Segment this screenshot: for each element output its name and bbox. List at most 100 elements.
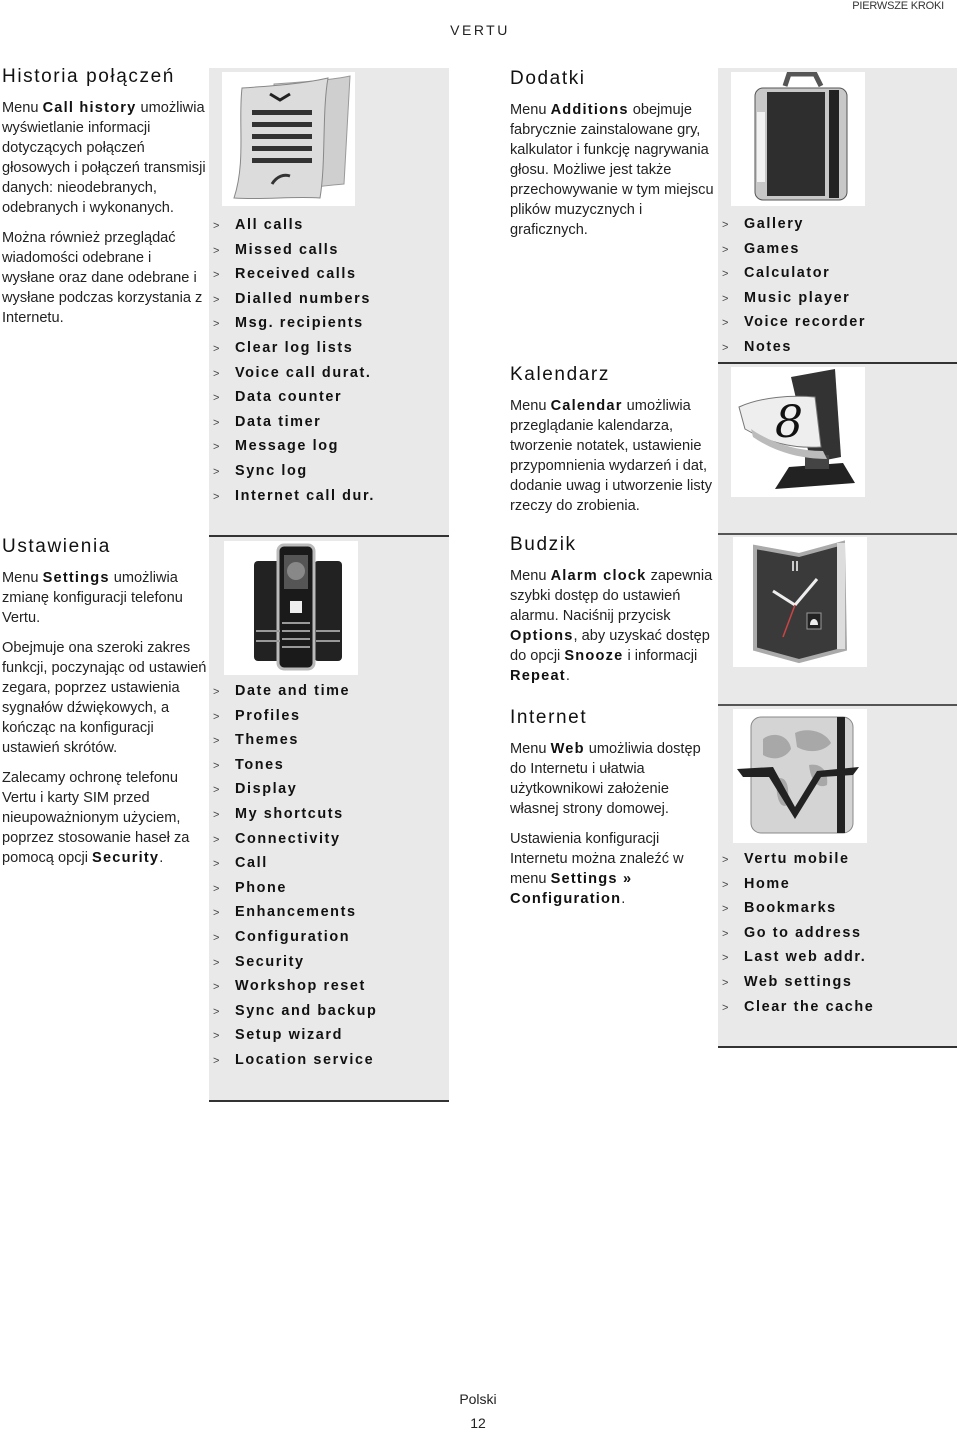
- chevron-right-icon: >: [213, 1005, 220, 1018]
- menu-item-last-web-addr[interactable]: > Last web addr.: [722, 945, 874, 970]
- chevron-right-icon: >: [722, 976, 729, 989]
- menu-item-received-calls[interactable]: > Received calls: [213, 262, 375, 287]
- menu-item-all-calls[interactable]: > All calls: [213, 213, 375, 238]
- section-title: Internet: [510, 707, 588, 728]
- menu-item-connectivity[interactable]: > Connectivity: [213, 827, 377, 852]
- chevron-right-icon: >: [213, 907, 220, 920]
- menu-item-display[interactable]: > Display: [213, 777, 377, 802]
- chevron-right-icon: >: [722, 927, 729, 940]
- menu-item-security[interactable]: > Security: [213, 950, 377, 975]
- chevron-right-icon: >: [722, 878, 729, 891]
- menu-item-sync-and-backup[interactable]: > Sync and backup: [213, 999, 377, 1024]
- chevron-right-icon: >: [213, 710, 220, 723]
- menu-item-calculator[interactable]: > Calculator: [722, 261, 866, 286]
- menu-item-call[interactable]: > Call: [213, 851, 377, 876]
- chevron-right-icon: >: [213, 318, 220, 331]
- chevron-right-icon: >: [213, 490, 220, 503]
- paragraph: Menu Calendar umożliwia przeglądanie kal…: [510, 398, 712, 514]
- menu-item-msg-recipients[interactable]: > Msg. recipients: [213, 311, 375, 336]
- menu-term: Snooze: [564, 648, 624, 664]
- call-log-scroll-icon: [222, 72, 355, 206]
- globe-v-icon: [733, 709, 867, 843]
- menu-term: Calendar: [550, 398, 623, 414]
- menu-item-clear-log-lists[interactable]: > Clear log lists: [213, 336, 375, 361]
- calendar-text: Kalendarz Menu Calendar umożliwia przegl…: [510, 364, 715, 526]
- section-title: Kalendarz: [510, 364, 610, 385]
- paragraph: Menu Call history umożliwia wyświetlanie…: [2, 100, 206, 216]
- chevron-right-icon: >: [213, 1054, 220, 1067]
- chevron-right-icon: >: [722, 317, 729, 330]
- chevron-right-icon: >: [213, 759, 220, 772]
- menu-term: Settings »: [550, 871, 633, 887]
- menu-item-home[interactable]: > Home: [722, 872, 874, 897]
- menu-item-profiles[interactable]: > Profiles: [213, 704, 377, 729]
- divider: [718, 704, 957, 706]
- chevron-right-icon: >: [213, 784, 220, 797]
- running-head: PIERWSZE KROKI: [852, 0, 944, 12]
- menu-item-setup-wizard[interactable]: > Setup wizard: [213, 1023, 377, 1048]
- chevron-right-icon: >: [213, 441, 220, 454]
- section-title: Ustawienia: [2, 536, 111, 557]
- paragraph: Menu Alarm clock zapewnia szybki dostęp …: [510, 568, 713, 684]
- menu-item-music-player[interactable]: > Music player: [722, 286, 866, 311]
- menu-item-notes[interactable]: > Notes: [722, 335, 866, 360]
- chevron-right-icon: >: [213, 293, 220, 306]
- paragraph: Obejmuje ona szeroki zakres funkcji, poc…: [2, 640, 207, 756]
- menu-item-dialled-numbers[interactable]: > Dialled numbers: [213, 287, 375, 312]
- menu-item-voice-call-durat[interactable]: > Voice call durat.: [213, 361, 375, 386]
- paragraph: Ustawienia konfiguracji Internetu można …: [510, 831, 684, 907]
- svg-text:8: 8: [775, 397, 803, 448]
- section-title: Historia połączeń: [2, 66, 175, 87]
- divider: [209, 1100, 449, 1102]
- chevron-right-icon: >: [722, 854, 729, 866]
- chevron-right-icon: >: [213, 882, 220, 895]
- menu-term: Repeat: [510, 668, 566, 684]
- menu-item-tones[interactable]: > Tones: [213, 753, 377, 778]
- menu-item-go-to-address[interactable]: > Go to address: [722, 921, 874, 946]
- chevron-right-icon: >: [213, 416, 220, 429]
- menu-item-configuration[interactable]: > Configuration: [213, 925, 377, 950]
- menu-item-phone[interactable]: > Phone: [213, 876, 377, 901]
- menu-term: Configuration: [510, 891, 622, 907]
- footer-language: Polski: [459, 1391, 497, 1407]
- menu-item-enhancements[interactable]: > Enhancements: [213, 900, 377, 925]
- chevron-right-icon: >: [213, 956, 220, 969]
- paragraph: Menu Additions obejmuje fabrycznie zains…: [510, 102, 714, 238]
- divider: [718, 362, 957, 364]
- menu-item-message-log[interactable]: > Message log: [213, 434, 375, 459]
- internet-text: Internet Menu Web umożliwia dostęp do In…: [510, 707, 715, 919]
- call-history-menu: > All calls > Missed calls > Received calls…: [213, 213, 375, 508]
- menu-item-location-service[interactable]: > Location service: [213, 1048, 377, 1073]
- internet-menu: > Vertu mobile > Home > Bookmarks > Go to ad…: [722, 847, 874, 1019]
- divider: [718, 1046, 957, 1048]
- chevron-right-icon: >: [213, 367, 220, 380]
- page-number: 12: [470, 1415, 486, 1431]
- menu-item-themes[interactable]: > Themes: [213, 728, 377, 753]
- chevron-right-icon: >: [722, 292, 729, 305]
- divider: [209, 535, 449, 537]
- menu-item-vertu-mobile[interactable]: > Vertu mobile: [722, 847, 874, 872]
- menu-item-web-settings[interactable]: > Web settings: [722, 970, 874, 995]
- menu-term: Settings: [42, 570, 110, 586]
- menu-item-my-shortcuts[interactable]: > My shortcuts: [213, 802, 377, 827]
- menu-item-clear-the-cache[interactable]: > Clear the cache: [722, 995, 874, 1020]
- menu-item-games[interactable]: > Games: [722, 237, 866, 262]
- menu-item-date-and-time[interactable]: > Date and time: [213, 679, 377, 704]
- chevron-right-icon: >: [213, 981, 220, 994]
- menu-item-voice-recorder[interactable]: > Voice recorder: [722, 310, 866, 335]
- menu-item-sync-log[interactable]: > Sync log: [213, 459, 375, 484]
- menu-item-gallery[interactable]: > Gallery: [722, 212, 866, 237]
- chevron-right-icon: >: [213, 858, 220, 871]
- chevron-right-icon: >: [213, 342, 220, 355]
- alarm-text: Budzik Menu Alarm clock zapewnia szybki …: [510, 534, 715, 696]
- menu-item-data-timer[interactable]: > Data timer: [213, 410, 375, 435]
- menu-item-internet-call-dur[interactable]: > Internet call dur.: [213, 484, 375, 509]
- alarm-clock-icon: [733, 537, 867, 667]
- menu-item-workshop-reset[interactable]: > Workshop reset: [213, 974, 377, 999]
- vertu-phones-icon: [224, 541, 358, 675]
- menu-item-data-counter[interactable]: > Data counter: [213, 385, 375, 410]
- chevron-right-icon: >: [722, 952, 729, 965]
- menu-item-missed-calls[interactable]: > Missed calls: [213, 238, 375, 263]
- menu-item-bookmarks[interactable]: > Bookmarks: [722, 896, 874, 921]
- paragraph: Menu Settings umożliwia zmianę konfigura…: [2, 570, 183, 626]
